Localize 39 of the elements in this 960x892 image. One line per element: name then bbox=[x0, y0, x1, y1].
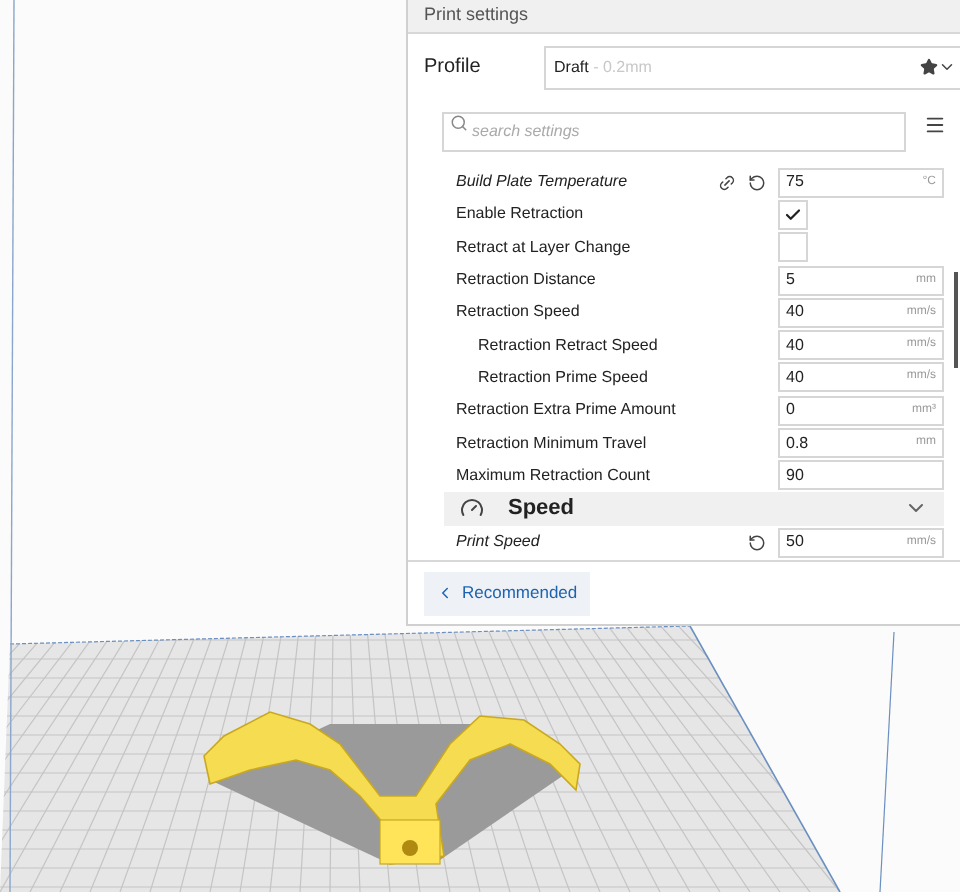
setting-label: Retraction Speed bbox=[456, 300, 580, 325]
recommended-button[interactable]: Recommended bbox=[424, 571, 590, 615]
checkbox[interactable] bbox=[778, 232, 808, 263]
field-value: 0.8 bbox=[786, 431, 809, 456]
reset-icon[interactable] bbox=[748, 173, 766, 192]
field-value: 50 bbox=[786, 530, 804, 555]
menu-icon[interactable] bbox=[924, 113, 946, 135]
setting-label: Retraction Prime Speed bbox=[478, 365, 648, 390]
chevron-left-icon bbox=[436, 584, 454, 602]
category-title: Speed bbox=[508, 494, 575, 525]
field-value: 0 bbox=[786, 398, 795, 423]
field-value: 75 bbox=[786, 170, 804, 195]
setting-label: Maximum Retraction Count bbox=[456, 463, 650, 488]
gauge-icon bbox=[460, 496, 484, 521]
search-icon bbox=[450, 114, 468, 132]
search-field[interactable]: search settings bbox=[442, 111, 906, 151]
checkbox[interactable] bbox=[778, 199, 808, 230]
field-value: 90 bbox=[786, 463, 804, 488]
chevron-icon[interactable] bbox=[938, 58, 956, 76]
value-field[interactable]: 90 bbox=[778, 460, 944, 491]
reset-icon[interactable] bbox=[748, 533, 766, 552]
setting-label: Retract at Layer Change bbox=[456, 235, 631, 260]
field-value: 40 bbox=[786, 365, 804, 390]
setting-label: Retraction Distance bbox=[456, 268, 596, 293]
category-header[interactable]: Speed bbox=[444, 491, 944, 526]
scrollbar-thumb[interactable] bbox=[954, 272, 958, 368]
setting-label: Retraction Minimum Travel bbox=[456, 431, 647, 456]
setting-label: Print Speed bbox=[456, 530, 540, 555]
profile-label: Profile bbox=[424, 54, 483, 82]
setting-label: Enable Retraction bbox=[456, 202, 584, 227]
field-value: 5 bbox=[786, 268, 795, 293]
setting-label: Retraction Extra Prime Amount bbox=[456, 398, 676, 423]
field-value: 40 bbox=[786, 333, 804, 358]
field-value: 40 bbox=[786, 300, 804, 325]
panel-title: Print settings bbox=[424, 2, 529, 29]
check-icon bbox=[784, 205, 802, 224]
star-icon[interactable] bbox=[920, 58, 938, 76]
setting-label: Build Plate Temperature bbox=[456, 170, 628, 195]
setting-label: Retraction Retract Speed bbox=[478, 333, 658, 358]
